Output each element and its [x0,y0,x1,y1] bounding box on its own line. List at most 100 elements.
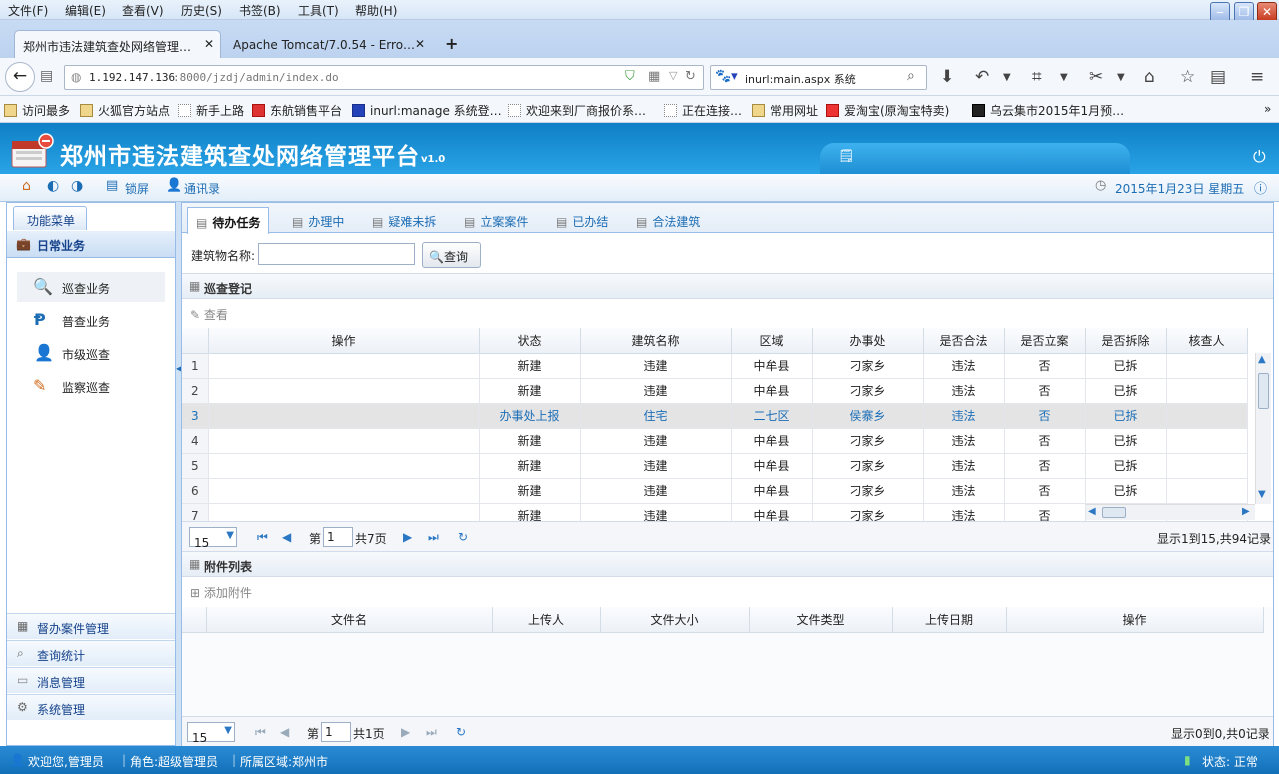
bookmark-folder[interactable]: 常用网址 [752,102,818,119]
menu-edit[interactable]: 编辑(E) [65,2,106,19]
menu-icon[interactable]: ≡ [1250,67,1264,87]
sidebar-item-city-patrol[interactable]: 👤 市级巡查 [17,338,165,368]
search-input[interactable]: inurl:main.aspx 系统 [745,71,856,87]
menu-tools[interactable]: 工具(T) [298,2,339,19]
browser-tab[interactable]: Apache Tomcat/7.0.54 - Erro… ✕ [224,30,432,58]
search-box[interactable]: 🐾▾ inurl:main.aspx 系统 ⌕ [710,65,927,90]
scroll-up-icon[interactable]: ▲ [1258,354,1266,365]
tab-difficult[interactable]: ▤ 疑难未拆 [364,207,444,233]
bookmark-item[interactable]: 乌云集市2015年1月预… [972,102,1124,119]
table-row[interactable]: 4 新建 违建 中牟县 刁家乡 违法否已拆 [182,428,1248,454]
column-header[interactable]: 办事处 [812,328,924,354]
vertical-scrollbar[interactable]: ▲ ▼ [1255,353,1271,504]
close-tab-icon[interactable]: ✕ [415,37,425,51]
sidebar-item-supervision[interactable]: ✎ 监察巡查 [17,371,165,401]
contacts-button[interactable]: 通讯录 [184,180,220,197]
scrollbar-thumb[interactable] [1102,507,1126,518]
new-tab-icon[interactable]: + [445,34,458,53]
notepad-icon[interactable]: 🗒 [838,149,855,164]
building-name-input[interactable] [258,243,415,265]
sidebar-system[interactable]: ⚙ 系统管理 [7,694,175,720]
table-cell-op[interactable] [208,353,480,379]
crop-icon[interactable]: ⌗ [1032,67,1042,87]
horizontal-scrollbar[interactable]: ◀ ▶ [1086,504,1255,520]
query-button[interactable]: 🔍查询 [422,242,481,268]
close-window-button[interactable]: ✕ [1257,2,1277,22]
sidebar-section-daily[interactable]: 💼 日常业务 [7,231,175,258]
menu-history[interactable]: 历史(S) [181,2,222,19]
table-cell-op[interactable] [208,503,480,521]
bookmark-item[interactable]: 火狐官方站点 [80,102,170,119]
first-page-icon[interactable]: ⏮ [257,530,268,545]
page-number-input[interactable]: 1 [323,527,353,547]
sidebar-item-patrol[interactable]: 🔍 巡查业务 [17,272,165,302]
next-page-icon[interactable]: ▶ [403,530,412,544]
table-cell-op[interactable] [208,428,480,454]
bookmark-item[interactable]: 东航销售平台 [252,102,342,119]
menu-bookmarks[interactable]: 书签(B) [239,2,281,19]
back-icon[interactable]: ◐ [47,178,59,194]
download-icon[interactable]: ⬇ [940,67,954,87]
prev-page-icon[interactable]: ◀ [280,725,289,739]
column-header[interactable]: 文件大小 [600,607,750,633]
tab-todo[interactable]: ▤ 待办任务 [187,207,270,234]
last-page-icon[interactable]: ⏭ [426,725,437,740]
refresh-icon[interactable]: ↻ [456,725,466,739]
bookmark-item[interactable]: 欢迎来到厂商报价系… [508,102,646,119]
plugin-icon[interactable]: ✂ [1089,67,1103,87]
table-cell-op[interactable] [208,403,480,429]
table-cell-op[interactable] [208,478,480,504]
power-icon[interactable]: ⏻ [1253,147,1266,167]
maximize-button[interactable]: ❐ [1234,2,1254,22]
sidebar-supervised-cases[interactable]: ▦ 督办案件管理 [7,613,175,639]
tab-processing[interactable]: ▤ 办理中 [284,207,352,233]
qrcode-icon[interactable]: ▦ [648,69,660,84]
lock-screen-icon[interactable]: ▤ [106,178,118,193]
undo-icon[interactable]: ↶ [975,67,989,87]
back-icon[interactable]: ← [5,62,35,92]
dropdown-icon[interactable]: ▼ [1117,72,1125,83]
column-header[interactable]: 文件名 [206,607,493,633]
prev-page-icon[interactable]: ◀ [282,530,291,544]
tab-filed[interactable]: ▤ 立案案件 [456,207,536,233]
address-bar[interactable]: ◍ 1.192.147.136 :8000/jzdj/admin/index.d… [64,65,704,90]
info-icon[interactable]: ⓘ [1254,178,1267,197]
last-page-icon[interactable]: ⏭ [428,530,439,545]
reader-icon[interactable]: ▤ [1210,67,1226,87]
column-header[interactable]: 上传人 [492,607,601,633]
dropdown-icon[interactable]: ▼ [1060,72,1068,83]
bookmark-item[interactable]: 爱淘宝(原淘宝特卖) [826,102,949,119]
column-header[interactable]: 状态 [479,328,581,354]
search-icon[interactable]: ⌕ [907,68,915,84]
minimize-button[interactable]: ‒ [1210,2,1230,22]
scroll-right-icon[interactable]: ▶ [1242,506,1250,517]
add-attachment-button[interactable]: ⊞ 添加附件 [190,584,252,601]
menu-file[interactable]: 文件(F) [8,2,48,19]
close-tab-icon[interactable]: ✕ [204,37,214,51]
table-cell-op[interactable] [208,453,480,479]
scroll-left-icon[interactable]: ◀ [1088,506,1096,517]
menu-view[interactable]: 查看(V) [122,2,164,19]
page-size-select[interactable]: 15 ▼ [189,527,237,550]
view-button[interactable]: ✎ 查看 [190,306,228,323]
next-page-icon[interactable]: ▶ [401,725,410,739]
page-number-input[interactable]: 1 [321,722,351,742]
scroll-down-icon[interactable]: ▼ [1258,489,1266,500]
sidebar-item-census[interactable]: Ᵽ 普查业务 [17,305,165,335]
column-header[interactable]: 上传日期 [892,607,1007,633]
home-icon[interactable]: ⌂ [1144,67,1155,87]
table-row[interactable]: 5 新建 违建 中牟县 刁家乡 违法否已拆 [182,453,1248,479]
sidebar-messages[interactable]: ▭ 消息管理 [7,667,175,693]
tab-legal[interactable]: ▤ 合法建筑 [628,207,708,233]
table-row[interactable]: 6 新建 违建 中牟县 刁家乡 违法否已拆 [182,478,1248,504]
sidebar-query-stats[interactable]: ⌕ 查询统计 [7,640,175,666]
table-row[interactable]: 3 办事处上报 住宅 二七区 侯寨乡 违法否已拆 [182,403,1248,429]
browser-tab-active[interactable]: 郑州市违法建筑查处网络管理… ✕ [14,30,221,58]
column-header[interactable]: 是否拆除 [1085,328,1167,354]
lock-screen-button[interactable]: 锁屏 [125,180,149,197]
forward-icon[interactable]: ◑ [71,178,83,194]
sidebar-tab[interactable]: 功能菜单 [13,206,87,230]
dropdown-icon[interactable]: ▽ [669,69,677,82]
first-page-icon[interactable]: ⏮ [255,725,266,740]
reload-icon[interactable]: ↻ [685,69,696,84]
